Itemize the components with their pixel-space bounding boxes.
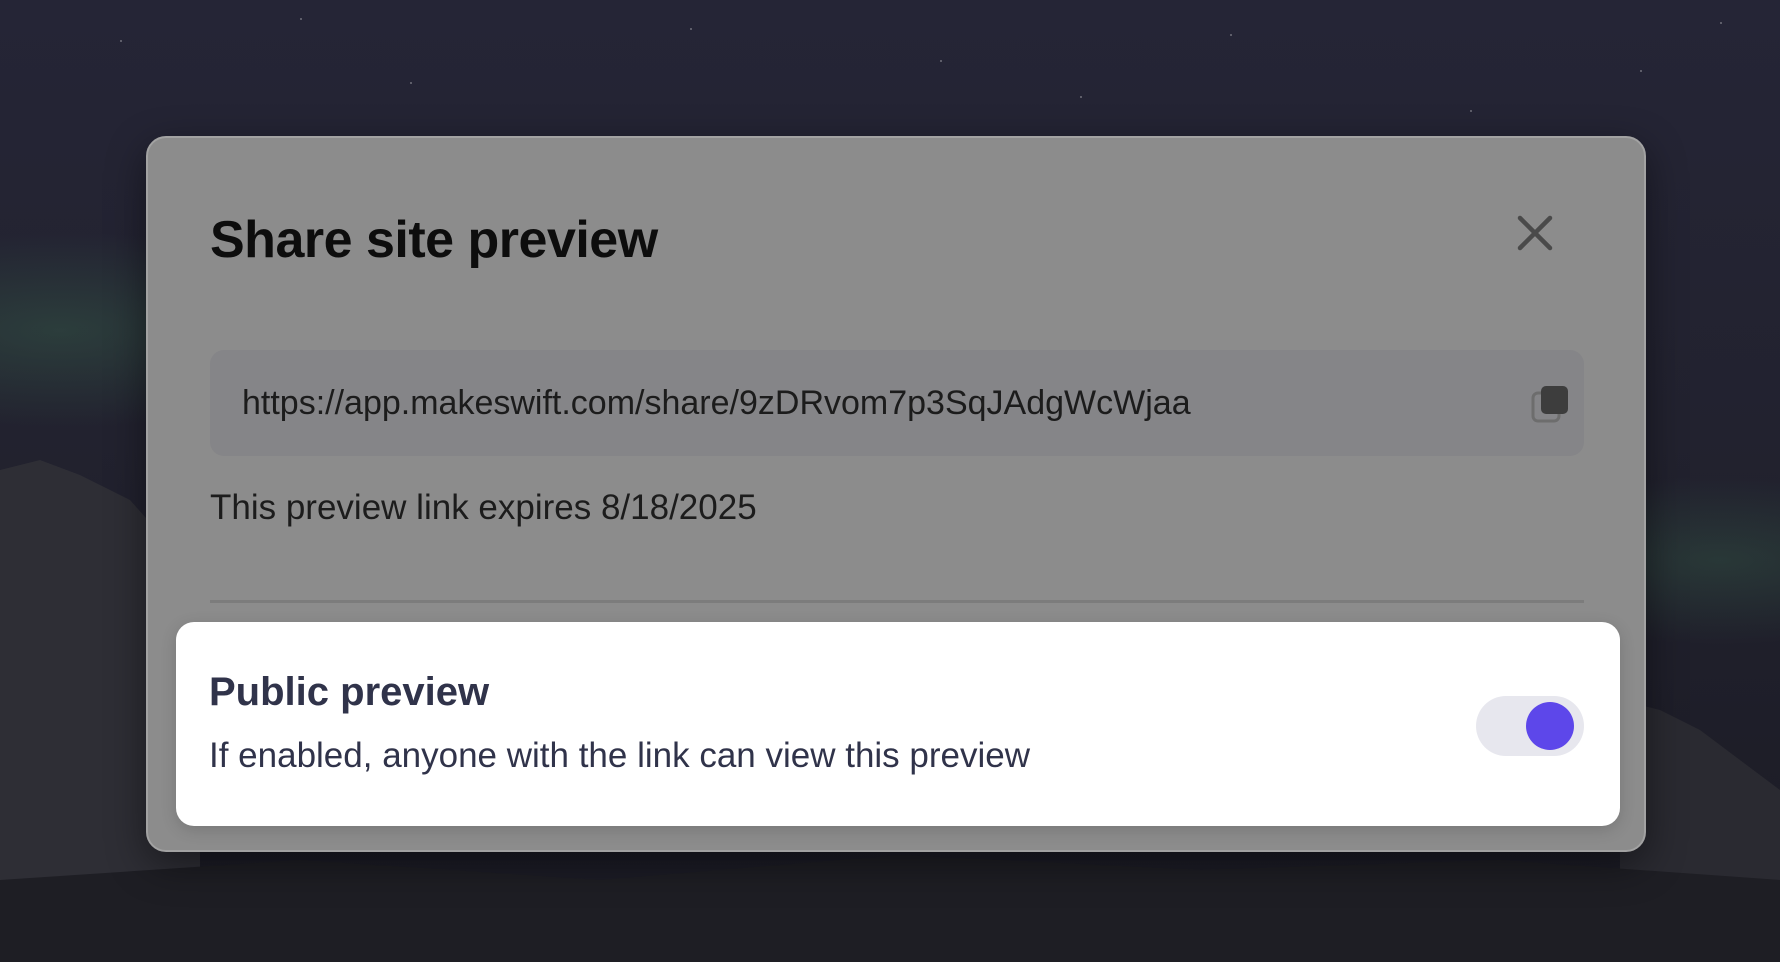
share-url-text: https://app.makeswift.com/share/9zDRvom7… (242, 384, 1191, 422)
public-preview-card: Public preview If enabled, anyone with t… (176, 622, 1620, 826)
expiry-note: This preview link expires 8/18/2025 (210, 488, 757, 527)
close-button[interactable] (1512, 210, 1558, 256)
public-preview-description: If enabled, anyone with the link can vie… (209, 736, 1031, 775)
close-icon (1517, 215, 1553, 251)
toggle-knob (1526, 702, 1574, 750)
public-preview-title: Public preview (209, 670, 490, 714)
dialog-title: Share site preview (210, 211, 658, 269)
share-url-field[interactable]: https://app.makeswift.com/share/9zDRvom7… (210, 350, 1584, 456)
section-divider (210, 600, 1584, 603)
public-preview-toggle[interactable] (1476, 696, 1584, 756)
copy-button[interactable] (1530, 384, 1570, 424)
copy-icon (1531, 386, 1568, 423)
